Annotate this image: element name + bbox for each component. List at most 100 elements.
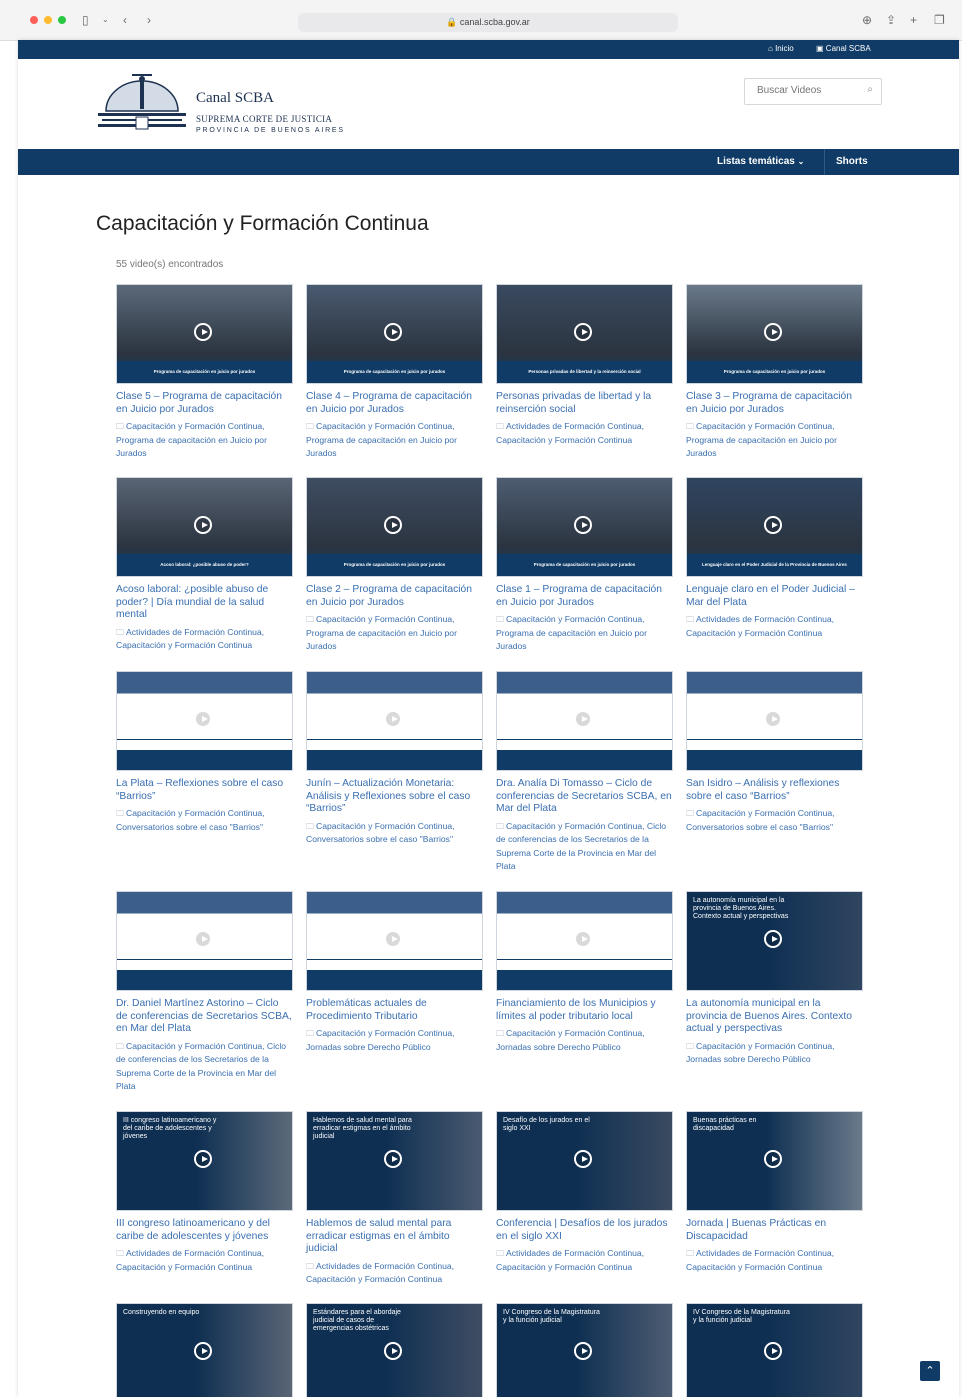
video-title-link[interactable]: San Isidro – Análisis y reflexiones sobr… bbox=[686, 778, 862, 803]
video-card[interactable]: Dra. Analía Di Tomasso – Ciclo de confer… bbox=[496, 671, 673, 874]
category-link[interactable]: Capacitación y Formación Continua bbox=[116, 1262, 252, 1272]
video-thumbnail[interactable]: Programa de capacitación en juicio por j… bbox=[496, 477, 673, 577]
video-thumbnail[interactable]: Programa de capacitación en juicio por j… bbox=[116, 284, 293, 384]
video-thumbnail[interactable]: III congreso latinoamericano y del carib… bbox=[116, 1111, 293, 1211]
play-icon[interactable] bbox=[574, 930, 592, 948]
video-thumbnail[interactable] bbox=[496, 671, 673, 771]
video-title-link[interactable]: Jornada | Buenas Prácticas en Discapacid… bbox=[686, 1218, 862, 1243]
video-title-link[interactable]: Dra. Analía Di Tomasso – Ciclo de confer… bbox=[496, 778, 672, 816]
video-title-link[interactable]: Personas privadas de libertad y la reins… bbox=[496, 391, 672, 416]
close-window-icon[interactable] bbox=[30, 16, 38, 24]
play-icon[interactable] bbox=[384, 323, 402, 341]
play-icon[interactable] bbox=[194, 930, 212, 948]
video-thumbnail[interactable] bbox=[306, 891, 483, 991]
play-icon[interactable] bbox=[194, 1342, 212, 1360]
video-title-link[interactable]: Lenguaje claro en el Poder Judicial – Ma… bbox=[686, 584, 862, 609]
category-link[interactable]: Programa de capacitación en Juicio por J… bbox=[116, 435, 267, 459]
address-bar[interactable]: 🔒 canal.scba.gov.ar bbox=[298, 13, 678, 32]
category-link[interactable]: Conversatorios sobre el caso "Barrios" bbox=[686, 822, 833, 832]
search-icon[interactable]: ⌕ bbox=[867, 84, 873, 95]
play-icon[interactable] bbox=[194, 710, 212, 728]
back-icon[interactable]: ‹ bbox=[123, 14, 127, 26]
category-link[interactable]: Actividades de Formación Continua, bbox=[696, 614, 834, 624]
video-thumbnail[interactable]: Construyendo en equipo bbox=[116, 1303, 293, 1397]
play-icon[interactable] bbox=[574, 323, 592, 341]
brand-name[interactable]: Canal SCBA bbox=[196, 90, 274, 107]
video-card[interactable]: Junín – Actualización Monetaria: Análisi… bbox=[306, 671, 483, 847]
play-icon[interactable] bbox=[764, 930, 782, 948]
play-icon[interactable] bbox=[764, 323, 782, 341]
video-thumbnail[interactable]: IV Congreso de la Magistratura y la func… bbox=[496, 1303, 673, 1397]
video-card[interactable]: Personas privadas de libertad y la reins… bbox=[496, 284, 673, 447]
category-link[interactable]: Capacitación y Formación Continua, bbox=[126, 808, 265, 818]
video-title-link[interactable]: III congreso latinoamericano y del carib… bbox=[116, 1218, 292, 1243]
play-icon[interactable] bbox=[574, 710, 592, 728]
forward-icon[interactable]: › bbox=[147, 14, 151, 26]
video-card[interactable]: Programa de capacitación en juicio por j… bbox=[686, 284, 863, 461]
tabs-icon[interactable]: ❐ bbox=[934, 14, 945, 26]
video-card[interactable]: Programa de capacitación en juicio por j… bbox=[496, 477, 673, 654]
video-title-link[interactable]: La Plata – Reflexiones sobre el caso “Ba… bbox=[116, 778, 292, 803]
play-icon[interactable] bbox=[574, 1342, 592, 1360]
category-link[interactable]: Capacitación y Formación Continua, bbox=[126, 421, 265, 431]
play-icon[interactable] bbox=[384, 1150, 402, 1168]
nav-shorts[interactable]: Shorts bbox=[836, 156, 868, 167]
video-card[interactable]: Programa de capacitación en juicio por j… bbox=[306, 477, 483, 654]
category-link[interactable]: Jornadas sobre Derecho Público bbox=[306, 1042, 431, 1052]
category-link[interactable]: Capacitación y Formación Continua, bbox=[316, 1028, 455, 1038]
video-thumbnail[interactable]: Desafío de los jurados en el siglo XXI bbox=[496, 1111, 673, 1211]
video-thumbnail[interactable]: Acoso laboral: ¿posible abuso de poder? bbox=[116, 477, 293, 577]
scba-logo-icon[interactable] bbox=[96, 73, 188, 135]
video-card[interactable]: IV Congreso de la Magistratura y la func… bbox=[496, 1303, 673, 1397]
category-link[interactable]: Capacitación y Formación Continua, bbox=[126, 1041, 265, 1051]
category-link[interactable]: Capacitación y Formación Continua, bbox=[506, 1028, 645, 1038]
video-thumbnail[interactable]: Programa de capacitación en juicio por j… bbox=[306, 284, 483, 384]
video-card[interactable]: Problemáticas actuales de Procedimiento … bbox=[306, 891, 483, 1054]
category-link[interactable]: Capacitación y Formación Continua, bbox=[316, 614, 455, 624]
category-link[interactable]: Actividades de Formación Continua, bbox=[506, 421, 644, 431]
video-title-link[interactable]: Conferencia | Desafíos de los jurados en… bbox=[496, 1218, 672, 1243]
category-link[interactable]: Capacitación y Formación Continua, bbox=[316, 421, 455, 431]
video-title-link[interactable]: La autonomía municipal en la provincia d… bbox=[686, 998, 862, 1036]
play-icon[interactable] bbox=[194, 1150, 212, 1168]
category-link[interactable]: Actividades de Formación Continua, bbox=[126, 627, 264, 637]
category-link[interactable]: Jornadas sobre Derecho Público bbox=[686, 1054, 811, 1064]
video-thumbnail[interactable]: Programa de capacitación en juicio por j… bbox=[306, 477, 483, 577]
video-thumbnail[interactable]: Programa de capacitación en juicio por j… bbox=[686, 284, 863, 384]
category-link[interactable]: Jornadas sobre Derecho Público bbox=[496, 1042, 621, 1052]
chevron-down-icon[interactable]: ⌄ bbox=[102, 14, 109, 26]
video-card[interactable]: Estándares para el abordaje judicial de … bbox=[306, 1303, 483, 1397]
download-icon[interactable]: ⊕ bbox=[862, 14, 872, 26]
video-title-link[interactable]: Clase 4 – Programa de capacitación en Ju… bbox=[306, 391, 482, 416]
category-link[interactable]: Actividades de Formación Continua, bbox=[696, 1248, 834, 1258]
category-link[interactable]: Capacitación y Formación Continua, bbox=[506, 821, 645, 831]
search-input[interactable] bbox=[755, 84, 859, 97]
video-card[interactable]: Construyendo en equipo bbox=[116, 1303, 293, 1397]
nav-thematic-lists[interactable]: Listas temáticas ⌄ bbox=[717, 156, 804, 167]
channel-link[interactable]: ▣ Canal SCBA bbox=[816, 44, 871, 53]
video-thumbnail[interactable]: IV Congreso de la Magistratura y la func… bbox=[686, 1303, 863, 1397]
play-icon[interactable] bbox=[384, 516, 402, 534]
video-thumbnail[interactable] bbox=[496, 891, 673, 991]
category-link[interactable]: Capacitación y Formación Continua bbox=[686, 628, 822, 638]
play-icon[interactable] bbox=[574, 516, 592, 534]
sidebar-icon[interactable]: ▯ bbox=[82, 14, 89, 26]
video-card[interactable]: La Plata – Reflexiones sobre el caso “Ba… bbox=[116, 671, 293, 834]
category-link[interactable]: Capacitación y Formación Continua, bbox=[506, 614, 645, 624]
video-title-link[interactable]: Clase 2 – Programa de capacitación en Ju… bbox=[306, 584, 482, 609]
video-thumbnail[interactable] bbox=[686, 671, 863, 771]
video-card[interactable]: Programa de capacitación en juicio por j… bbox=[116, 284, 293, 461]
video-card[interactable]: III congreso latinoamericano y del carib… bbox=[116, 1111, 293, 1274]
video-thumbnail[interactable] bbox=[116, 891, 293, 991]
zoom-window-icon[interactable] bbox=[58, 16, 66, 24]
video-card[interactable]: Programa de capacitación en juicio por j… bbox=[306, 284, 483, 461]
category-link[interactable]: Capacitación y Formación Continua bbox=[116, 640, 252, 650]
category-link[interactable]: Capacitación y Formación Continua, bbox=[696, 1041, 835, 1051]
category-link[interactable]: Actividades de Formación Continua, bbox=[126, 1248, 264, 1258]
video-card[interactable]: Financiamiento de los Municipios y límit… bbox=[496, 891, 673, 1054]
video-title-link[interactable]: Financiamiento de los Municipios y límit… bbox=[496, 998, 672, 1023]
video-card[interactable]: Desafío de los jurados en el siglo XXI Co… bbox=[496, 1111, 673, 1274]
category-link[interactable]: Actividades de Formación Continua, bbox=[316, 1261, 454, 1271]
play-icon[interactable] bbox=[384, 930, 402, 948]
share-icon[interactable]: ⇪ bbox=[886, 14, 896, 26]
